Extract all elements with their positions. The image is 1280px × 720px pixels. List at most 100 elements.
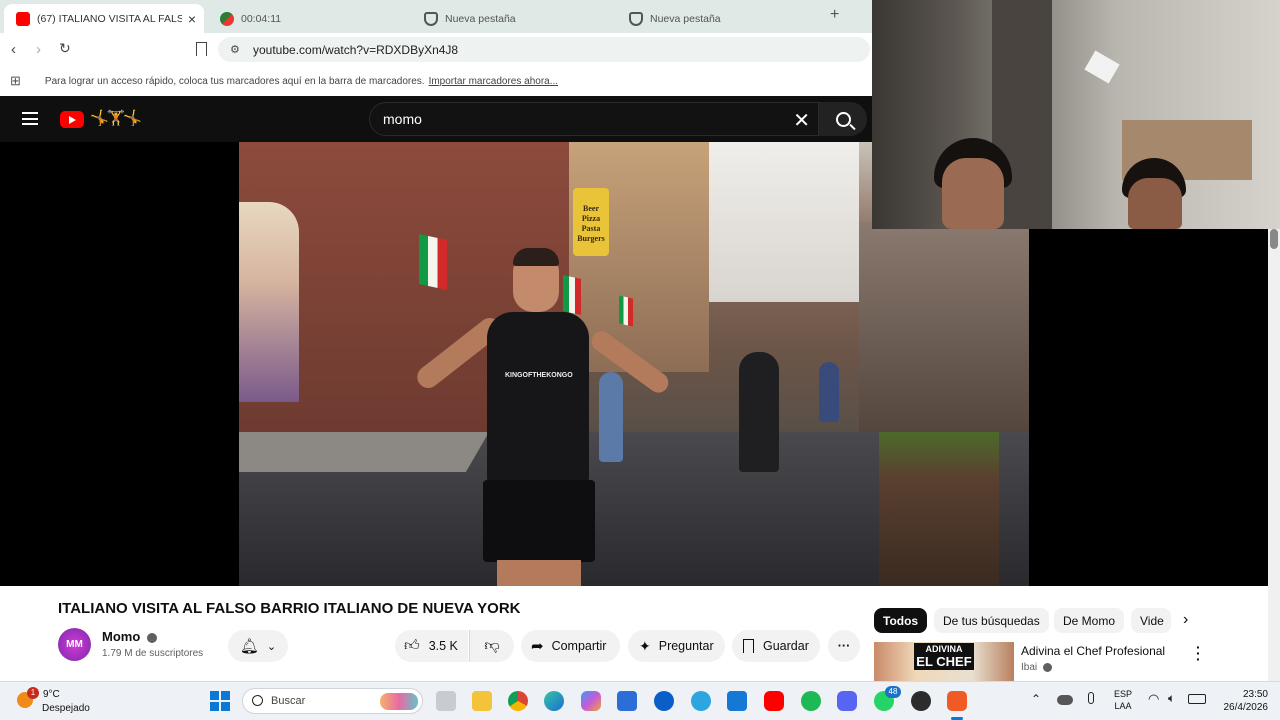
thumbs-up-icon: 👍︎ — [404, 637, 420, 654]
shirt-text: KINGOFTHEKONGO — [505, 372, 573, 379]
apps-grid-icon[interactable]: ⊞ — [10, 73, 21, 89]
dislike-button[interactable]: 👎︎ — [469, 630, 514, 662]
chip-from-searches[interactable]: De tus búsquedas — [934, 608, 1049, 633]
search-icon — [252, 695, 263, 706]
file-explorer-icon[interactable] — [472, 691, 492, 711]
more-icon: ··· — [837, 639, 851, 653]
store-icon[interactable] — [617, 691, 637, 711]
doodle-logo: 🤸🏋️🤸 — [90, 110, 142, 127]
whatsapp-badge: 48 — [885, 686, 901, 698]
tab-youtube-video[interactable]: (67) ITALIANO VISITA AL FALSO B × — [4, 4, 204, 33]
chevron-right-icon[interactable]: › — [1183, 611, 1188, 629]
copilot-icon[interactable] — [581, 691, 601, 711]
sidewalk — [239, 432, 489, 472]
like-button[interactable]: 👍︎ 3.5 K — [395, 630, 468, 662]
share-button[interactable]: ➦ Compartir — [521, 630, 620, 662]
tab-label: 00:04:11 — [241, 12, 282, 25]
notifications-button[interactable]: 🔔︎ ⌄ — [228, 630, 288, 662]
forward-icon[interactable]: › — [36, 41, 41, 58]
chevron-down-icon: ⌄ — [266, 640, 277, 653]
webcam-overlay — [872, 0, 1280, 229]
chevron-up-icon[interactable]: ⌃ — [1031, 692, 1041, 706]
weather-status: Despejado — [42, 703, 90, 714]
more-actions-button[interactable]: ··· — [828, 630, 860, 662]
bookmark-icon[interactable] — [196, 42, 207, 56]
verified-icon — [146, 632, 157, 643]
menu-icon[interactable] — [22, 112, 38, 125]
brave-icon[interactable] — [947, 691, 967, 711]
volume-icon[interactable]: 🔈︎ — [1168, 691, 1175, 706]
start-icon[interactable] — [210, 691, 230, 711]
tab-new-1[interactable]: Nueva pestaña — [412, 4, 612, 33]
weather-widget[interactable]: 1 9°C Despejado — [15, 686, 105, 718]
presenter-tank-top: KINGOFTHEKONGO — [487, 312, 589, 484]
site-info-icon[interactable]: ⚙ — [230, 43, 240, 56]
clock[interactable]: 23:50 26/4/2026 — [1222, 688, 1269, 714]
time: 23:50 — [1242, 689, 1268, 700]
date: 26/4/2026 — [1223, 702, 1269, 713]
recommended-thumbnail[interactable]: ADIVINA EL CHEF — [874, 642, 1014, 681]
search-button[interactable] — [819, 102, 867, 136]
battery-icon[interactable] — [1188, 694, 1206, 704]
bookmarks-hint: Para lograr un acceso rápido, coloca tus… — [44, 75, 425, 87]
edge-icon[interactable] — [544, 691, 564, 711]
youtube-favicon-icon — [16, 11, 30, 26]
verified-icon — [1042, 662, 1052, 672]
obs-icon[interactable] — [911, 691, 931, 711]
microphone-icon[interactable] — [1088, 692, 1094, 704]
app-icon[interactable] — [691, 691, 711, 711]
tab-new-2[interactable]: Nueva pestaña — [617, 4, 817, 33]
back-icon[interactable]: ‹ — [11, 41, 16, 58]
windows-taskbar: 1 9°C Despejado Buscar 48 ⌃ ESP LAA ◠ 🔈︎… — [0, 681, 1280, 720]
tab-label: (67) ITALIANO VISITA AL FALSO B — [37, 12, 182, 25]
wifi-icon[interactable]: ◠ — [1148, 691, 1159, 707]
mural — [239, 202, 299, 402]
close-tab-icon[interactable]: × — [188, 11, 196, 27]
channel-avatar[interactable]: MM — [58, 628, 91, 661]
italian-flag — [619, 295, 633, 327]
share-label: Compartir — [551, 639, 607, 653]
person-left-face — [942, 158, 1004, 229]
search-input[interactable]: momo ✕ — [369, 102, 819, 136]
ask-button[interactable]: ✦ Preguntar — [628, 630, 725, 662]
chip-from-momo[interactable]: De Momo — [1054, 608, 1125, 633]
tab-timer[interactable]: 00:04:11 — [208, 4, 408, 33]
save-button[interactable]: Guardar — [732, 630, 820, 662]
chip-videos[interactable]: Vide — [1131, 608, 1171, 633]
import-bookmarks-link[interactable]: Importar marcadores ahora... — [429, 76, 559, 87]
discord-icon[interactable] — [837, 691, 857, 711]
new-tab-button[interactable]: + — [830, 6, 839, 24]
spotify-icon[interactable] — [801, 691, 821, 711]
youtube-app-icon[interactable] — [764, 691, 784, 711]
pedestrian — [739, 352, 779, 472]
reload-icon[interactable]: ↻ — [59, 40, 71, 57]
thumbs-down-icon: 👎︎ — [484, 637, 500, 654]
clear-search-icon[interactable]: ✕ — [793, 108, 810, 133]
bookmarks-bar: ⊞ Para lograr un acceso rápido, coloca t… — [0, 66, 872, 96]
outlook-icon[interactable] — [727, 691, 747, 711]
task-view-icon[interactable] — [436, 691, 456, 711]
youtube-header: 🤸🏋️🤸 momo ✕ — [0, 96, 872, 142]
language-indicator[interactable]: ESP LAA — [1114, 688, 1132, 712]
tab-label: Nueva pestaña — [445, 12, 516, 25]
page-scrollbar[interactable] — [1268, 229, 1280, 681]
hp-icon[interactable] — [654, 691, 674, 711]
chip-all[interactable]: Todos — [874, 608, 928, 633]
channel-name[interactable]: Momo — [102, 629, 157, 644]
shield-icon — [424, 11, 438, 26]
kebab-menu-icon[interactable]: · · · — [1196, 640, 1201, 666]
url-field[interactable]: ⚙ youtube.com/watch?v=RDXDByXn4J8 — [218, 37, 870, 62]
recommended-channel[interactable]: Ibai — [1021, 662, 1052, 673]
taskbar-search-input[interactable]: Buscar — [242, 688, 423, 714]
url-text: youtube.com/watch?v=RDXDByXn4J8 — [253, 42, 459, 57]
presenter-shorts — [483, 480, 595, 562]
person-right-face — [1128, 178, 1182, 229]
recommended-title[interactable]: Adivina el Chef Profesional — [1021, 644, 1165, 658]
video-info-area: ITALIANO VISITA AL FALSO BARRIO ITALIANO… — [0, 586, 1268, 681]
youtube-logo-icon[interactable] — [60, 111, 84, 128]
scrollbar-thumb[interactable] — [1270, 229, 1278, 249]
temperature: 9°C — [43, 689, 60, 700]
chrome-icon[interactable] — [508, 691, 528, 711]
onedrive-icon[interactable] — [1057, 695, 1073, 705]
avatar-text: MM — [66, 639, 83, 650]
